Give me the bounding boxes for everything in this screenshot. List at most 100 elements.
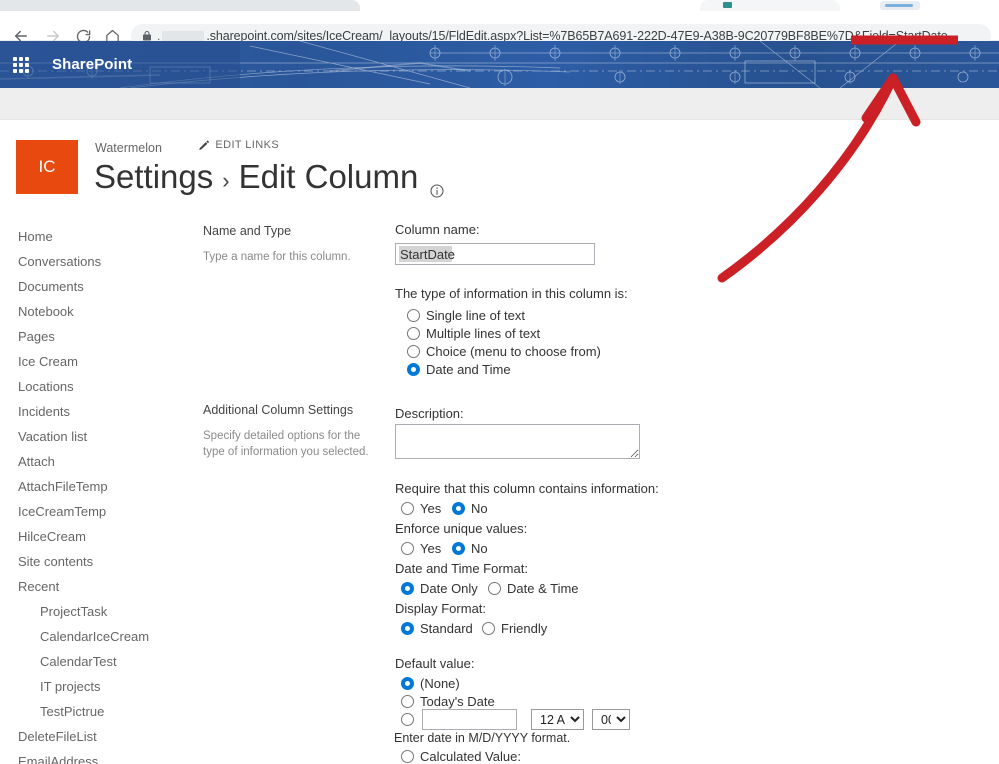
browser-tab-strip[interactable] [0, 0, 999, 11]
default-minute-select[interactable]: 000510153045 [592, 709, 630, 730]
sidebar-item-documents[interactable]: Documents [18, 274, 193, 299]
radio-choice-menu[interactable] [407, 345, 420, 358]
radio-friendly[interactable] [482, 622, 495, 635]
sharepoint-brand-label[interactable]: SharePoint [52, 41, 132, 88]
display-format-option-friendly[interactable]: Friendly [482, 621, 547, 636]
pencil-icon [198, 139, 210, 151]
radio-single-line-of-text[interactable] [407, 309, 420, 322]
display-format-option-standard[interactable]: Standard [401, 621, 473, 636]
default-hour-select[interactable]: 12 AM1 AM2 AM3 AM11 PM [531, 709, 584, 730]
sidebar-item-calendartest[interactable]: CalendarTest [18, 649, 193, 674]
sidebar-item-calendaricecream[interactable]: CalendarIceCream [18, 624, 193, 649]
radio-default-custom-date[interactable] [401, 713, 414, 726]
radio-date-only[interactable] [401, 582, 414, 595]
radio-standard[interactable] [401, 622, 414, 635]
date-time-label: Date & Time [507, 581, 579, 596]
radio-date-and-time-format[interactable] [488, 582, 501, 595]
default-today-label: Today's Date [420, 694, 495, 709]
require-info-label: Require that this column contains inform… [395, 481, 659, 496]
column-name-input[interactable] [395, 243, 595, 265]
sidebar-item-vacation-list[interactable]: Vacation list [18, 424, 193, 449]
require-info-yes-label: Yes [420, 501, 442, 516]
sub-nav-strip [0, 88, 999, 120]
default-none-label: (None) [420, 676, 460, 691]
sharepoint-suite-bar: SharePoint [0, 41, 999, 88]
type-option-date-and-time[interactable]: Date and Time [407, 362, 511, 377]
radio-require-no[interactable] [452, 502, 465, 515]
radio-unique-yes[interactable] [401, 542, 414, 555]
browser-toolbar: . .sharepoint.com/sites/IceCream/_layout… [0, 11, 999, 48]
type-option-multiple-lines[interactable]: Multiple lines of text [407, 326, 540, 341]
radio-default-none[interactable] [401, 677, 414, 690]
sidebar-item-recent[interactable]: Recent [18, 574, 193, 599]
type-option-single-line[interactable]: Single line of text [407, 308, 525, 323]
sidebar-item-pages[interactable]: Pages [18, 324, 193, 349]
radio-unique-no[interactable] [452, 542, 465, 555]
require-info-option-no[interactable]: No [452, 501, 488, 516]
description-label: Description: [395, 406, 464, 421]
sidebar-item-locations[interactable]: Locations [18, 374, 193, 399]
tab-favicon [723, 2, 732, 8]
radio-require-yes[interactable] [401, 502, 414, 515]
left-navigation: Home Conversations Documents Notebook Pages I… [18, 224, 193, 764]
type-group-label: The type of information in this column i… [395, 286, 628, 301]
default-date-input[interactable] [422, 709, 517, 730]
sidebar-item-attachfiletemp[interactable]: AttachFileTemp [18, 474, 193, 499]
sidebar-item-incidents[interactable]: Incidents [18, 399, 193, 424]
type-option-label: Multiple lines of text [426, 326, 541, 341]
sidebar-item-deletefilelist[interactable]: DeleteFileList [18, 724, 193, 749]
sidebar-item-conversations[interactable]: Conversations [18, 249, 193, 274]
type-option-label: Single line of text [426, 308, 526, 323]
section-desc-additional-settings: Specify detailed options for the type of… [203, 430, 369, 458]
screenshot-root: . .sharepoint.com/sites/IceCream/_layout… [0, 0, 999, 764]
app-launcher-waffle-icon[interactable] [13, 57, 29, 73]
sidebar-item-it-projects[interactable]: IT projects [18, 674, 193, 699]
site-name-link[interactable]: Watermelon [95, 141, 162, 155]
browser-tab[interactable] [0, 0, 360, 11]
sidebar-item-hilcecream[interactable]: HilceCream [18, 524, 193, 549]
sidebar-item-attach[interactable]: Attach [18, 449, 193, 474]
default-value-option-today[interactable]: Today's Date [401, 694, 495, 709]
default-value-label: Default value: [395, 656, 475, 671]
site-logo[interactable]: IC [16, 140, 78, 194]
edit-links-label: EDIT LINKS [215, 139, 280, 151]
browser-tab[interactable] [700, 0, 840, 11]
radio-multiple-lines-of-text[interactable] [407, 327, 420, 340]
enforce-unique-option-no[interactable]: No [452, 541, 488, 556]
date-only-label: Date Only [420, 581, 478, 596]
default-value-option-none[interactable]: (None) [401, 676, 460, 691]
datetime-format-option-date-time[interactable]: Date & Time [488, 581, 579, 596]
sidebar-item-notebook[interactable]: Notebook [18, 299, 193, 324]
type-option-choice[interactable]: Choice (menu to choose from) [407, 344, 601, 359]
edit-links-button[interactable]: EDIT LINKS [198, 139, 279, 151]
date-format-hint: Enter date in M/D/YYYY format. [394, 731, 571, 745]
tab-favicon [885, 4, 913, 7]
datetime-format-option-date-only[interactable]: Date Only [401, 581, 478, 596]
default-value-option-calculated[interactable]: Calculated Value: [401, 749, 521, 764]
sidebar-item-ice-cream[interactable]: Ice Cream [18, 349, 193, 374]
radio-date-and-time[interactable] [407, 363, 420, 376]
radio-default-todays-date[interactable] [401, 695, 414, 708]
sidebar-item-icecreamtemp[interactable]: IceCreamTemp [18, 499, 193, 524]
url-redacted-tenant [162, 30, 205, 42]
calculated-value-label: Calculated Value: [420, 749, 521, 764]
display-format-label: Display Format: [395, 601, 487, 616]
info-circle-icon[interactable] [429, 169, 445, 198]
type-option-label: Date and Time [426, 362, 511, 377]
section-heading-additional-settings: Additional Column Settings [203, 403, 354, 417]
radio-calculated-value[interactable] [401, 750, 414, 763]
default-value-option-custom[interactable] [401, 713, 414, 726]
sidebar-item-testpictrue[interactable]: TestPictrue [18, 699, 193, 724]
friendly-label: Friendly [501, 621, 548, 636]
page-title: Settings › Edit Column [94, 158, 445, 198]
sidebar-item-projecttask[interactable]: ProjectTask [18, 599, 193, 624]
sidebar-item-home[interactable]: Home [18, 224, 193, 249]
sidebar-item-site-contents[interactable]: Site contents [18, 549, 193, 574]
enforce-unique-yes-label: Yes [420, 541, 442, 556]
enforce-unique-option-yes[interactable]: Yes [401, 541, 441, 556]
standard-label: Standard [420, 621, 473, 636]
description-textarea[interactable] [395, 424, 640, 459]
sidebar-item-emailaddress[interactable]: EmailAddress [18, 749, 193, 764]
breadcrumb-settings[interactable]: Settings [94, 158, 213, 196]
require-info-option-yes[interactable]: Yes [401, 501, 441, 516]
